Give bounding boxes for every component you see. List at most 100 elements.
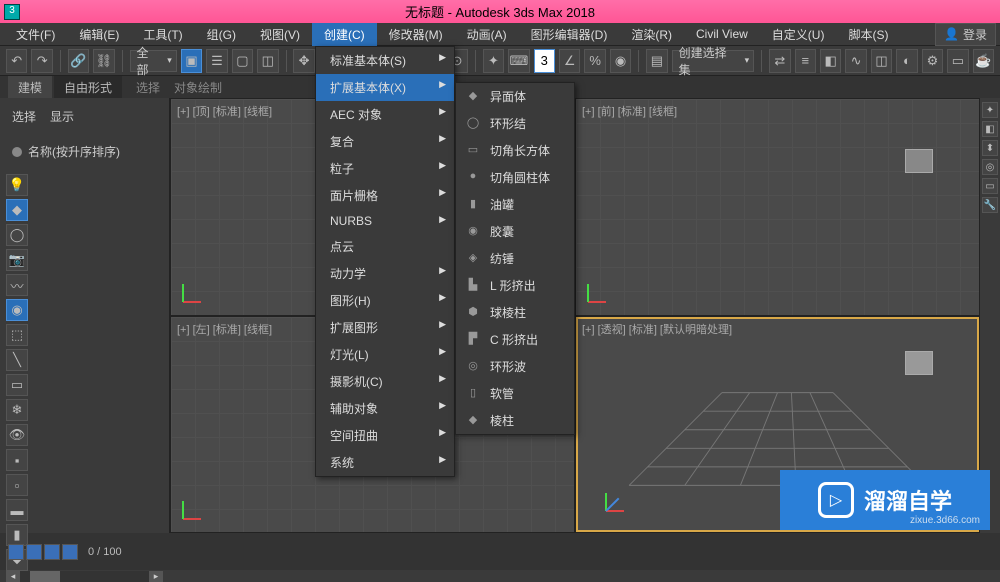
layout-preset-icon[interactable] bbox=[8, 544, 24, 560]
ext-primitive-item[interactable]: ▯软管 bbox=[484, 380, 574, 407]
unlink-button[interactable]: ⛓ bbox=[93, 49, 114, 73]
display-all-icon[interactable]: 👁 bbox=[6, 424, 28, 446]
ext-primitive-item[interactable]: ⬢球棱柱 bbox=[484, 299, 574, 326]
menu-edit[interactable]: 编辑(E) bbox=[67, 23, 131, 46]
display-xref-icon[interactable]: ▬ bbox=[6, 499, 28, 521]
ext-primitive-item[interactable]: ◎环形波 bbox=[484, 353, 574, 380]
ext-primitive-item[interactable]: ▙L 形挤出 bbox=[484, 272, 574, 299]
create-menu-item[interactable]: NURBS▶ bbox=[316, 209, 454, 233]
scroll-right-icon[interactable]: ▸ bbox=[149, 571, 163, 582]
display-invert-icon[interactable]: ▫ bbox=[6, 474, 28, 496]
menu-modifiers[interactable]: 修改器(M) bbox=[377, 23, 455, 46]
menu-graph-editors[interactable]: 图形编辑器(D) bbox=[519, 23, 620, 46]
render-button[interactable]: ☕ bbox=[973, 49, 994, 73]
material-editor-button[interactable]: ◐ bbox=[896, 49, 917, 73]
create-menu-item[interactable]: 点云 bbox=[316, 233, 454, 260]
header-select[interactable]: 选择 bbox=[12, 108, 36, 125]
horizontal-scrollbar[interactable]: ◂ ▸ bbox=[6, 571, 163, 582]
create-menu-item[interactable]: 动力学▶ bbox=[316, 260, 454, 287]
schematic-button[interactable]: ◫ bbox=[871, 49, 892, 73]
render-setup-button[interactable]: ⚙ bbox=[922, 49, 943, 73]
menu-scripts[interactable]: 脚本(S) bbox=[836, 23, 900, 46]
create-menu-item[interactable]: 扩展基本体(X)▶ bbox=[316, 74, 454, 101]
align-button[interactable]: ≡ bbox=[795, 49, 816, 73]
viewport-label-top[interactable]: [+] [顶] [标准] [线框] bbox=[177, 103, 272, 119]
ext-primitive-item[interactable]: ●切角圆柱体 bbox=[484, 164, 574, 191]
selection-filter-dropdown[interactable]: 全部 bbox=[130, 50, 177, 72]
create-tab-icon[interactable]: ✦ bbox=[982, 102, 998, 118]
motion-tab-icon[interactable]: ◎ bbox=[982, 159, 998, 175]
ext-primitive-item[interactable]: ◉胶囊 bbox=[484, 218, 574, 245]
layout-preset-icon[interactable] bbox=[62, 544, 78, 560]
keyboard-shortcut-button[interactable]: ⌨ bbox=[508, 49, 529, 73]
filter-camera-icon[interactable]: 📷 bbox=[6, 249, 28, 271]
login-button[interactable]: 👤 登录 bbox=[935, 23, 996, 46]
ext-primitive-item[interactable]: ▛C 形挤出 bbox=[484, 326, 574, 353]
link-button[interactable]: 🔗 bbox=[68, 49, 89, 73]
sort-row[interactable]: 名称(按升序排序) bbox=[6, 137, 163, 166]
spinner-snap-button[interactable]: ◉ bbox=[610, 49, 631, 73]
create-menu-item[interactable]: 粒子▶ bbox=[316, 155, 454, 182]
create-menu-item[interactable]: 标准基本体(S)▶ bbox=[316, 47, 454, 74]
ext-primitive-item[interactable]: ◆异面体 bbox=[484, 83, 574, 110]
menu-render[interactable]: 渲染(R) bbox=[619, 23, 684, 46]
display-none-icon[interactable]: ▪ bbox=[6, 449, 28, 471]
scroll-left-icon[interactable]: ◂ bbox=[6, 571, 20, 582]
curve-editor-button[interactable]: ∿ bbox=[845, 49, 866, 73]
scroll-thumb[interactable] bbox=[30, 571, 60, 582]
utilities-tab-icon[interactable]: 🔧 bbox=[982, 197, 998, 213]
layout-preset-icon[interactable] bbox=[26, 544, 42, 560]
filter-shape-icon[interactable]: ◯ bbox=[6, 224, 28, 246]
filter-bone-icon[interactable]: ╲ bbox=[6, 349, 28, 371]
ext-primitive-item[interactable]: ◈纺锤 bbox=[484, 245, 574, 272]
create-menu-item[interactable]: 灯光(L)▶ bbox=[316, 341, 454, 368]
percent-snap-button[interactable]: % bbox=[584, 49, 605, 73]
create-menu-item[interactable]: 空间扭曲▶ bbox=[316, 422, 454, 449]
named-selection-button[interactable]: ▤ bbox=[646, 49, 667, 73]
undo-button[interactable]: ↶ bbox=[6, 49, 27, 73]
viewport-front[interactable]: [+] [前] [标准] [线框] bbox=[576, 99, 979, 315]
filter-frozen-icon[interactable]: ❄ bbox=[6, 399, 28, 421]
menu-customize[interactable]: 自定义(U) bbox=[760, 23, 837, 46]
hierarchy-tab-icon[interactable]: ⬍ bbox=[982, 140, 998, 156]
create-menu-item[interactable]: AEC 对象▶ bbox=[316, 101, 454, 128]
viewport-label-persp[interactable]: [+] [透视] [标准] [默认明暗处理] bbox=[582, 321, 732, 337]
ext-primitive-item[interactable]: ◯环形结 bbox=[484, 110, 574, 137]
menu-create[interactable]: 创建(C) bbox=[312, 23, 377, 46]
filter-geometry-icon[interactable]: ◆ bbox=[6, 199, 28, 221]
angle-snap-button[interactable]: ∠ bbox=[559, 49, 580, 73]
create-menu-item[interactable]: 系统▶ bbox=[316, 449, 454, 476]
mirror-button[interactable]: ⇄ bbox=[769, 49, 790, 73]
manipulate-button[interactable]: ✦ bbox=[483, 49, 504, 73]
select-object-button[interactable]: ▣ bbox=[181, 49, 202, 73]
create-menu-item[interactable]: 辅助对象▶ bbox=[316, 395, 454, 422]
subtab-select[interactable]: 选择 bbox=[136, 79, 160, 96]
filter-container-icon[interactable]: ▭ bbox=[6, 374, 28, 396]
menu-group[interactable]: 组(G) bbox=[195, 23, 248, 46]
ext-primitive-item[interactable]: ▮油罐 bbox=[484, 191, 574, 218]
filter-helper-icon[interactable]: 〰 bbox=[6, 274, 28, 296]
select-region-button[interactable]: ▢ bbox=[232, 49, 253, 73]
create-menu-item[interactable]: 摄影机(C)▶ bbox=[316, 368, 454, 395]
viewport-label-front[interactable]: [+] [前] [标准] [线框] bbox=[582, 103, 677, 119]
create-menu-item[interactable]: 复合▶ bbox=[316, 128, 454, 155]
window-crossing-button[interactable]: ◫ bbox=[257, 49, 278, 73]
layer-button[interactable]: ◧ bbox=[820, 49, 841, 73]
modify-tab-icon[interactable]: ◧ bbox=[982, 121, 998, 137]
filter-spacewarp-icon[interactable]: ◉ bbox=[6, 299, 28, 321]
subtab-object-paint[interactable]: 对象绘制 bbox=[174, 79, 222, 96]
tab-freeform[interactable]: 自由形式 bbox=[54, 76, 122, 99]
menu-animation[interactable]: 动画(A) bbox=[455, 23, 519, 46]
viewport-layout-presets[interactable] bbox=[8, 544, 78, 560]
tab-modeling[interactable]: 建模 bbox=[8, 76, 52, 99]
move-button[interactable]: ✥ bbox=[293, 49, 314, 73]
menu-view[interactable]: 视图(V) bbox=[248, 23, 312, 46]
selection-set-dropdown[interactable]: 创建选择集 bbox=[672, 50, 755, 72]
menu-file[interactable]: 文件(F) bbox=[4, 23, 67, 46]
header-display[interactable]: 显示 bbox=[50, 108, 74, 125]
menu-tools[interactable]: 工具(T) bbox=[131, 23, 194, 46]
create-menu-item[interactable]: 面片栅格▶ bbox=[316, 182, 454, 209]
menu-civil-view[interactable]: Civil View bbox=[684, 24, 760, 44]
create-menu-item[interactable]: 图形(H)▶ bbox=[316, 287, 454, 314]
select-name-button[interactable]: ☰ bbox=[206, 49, 227, 73]
